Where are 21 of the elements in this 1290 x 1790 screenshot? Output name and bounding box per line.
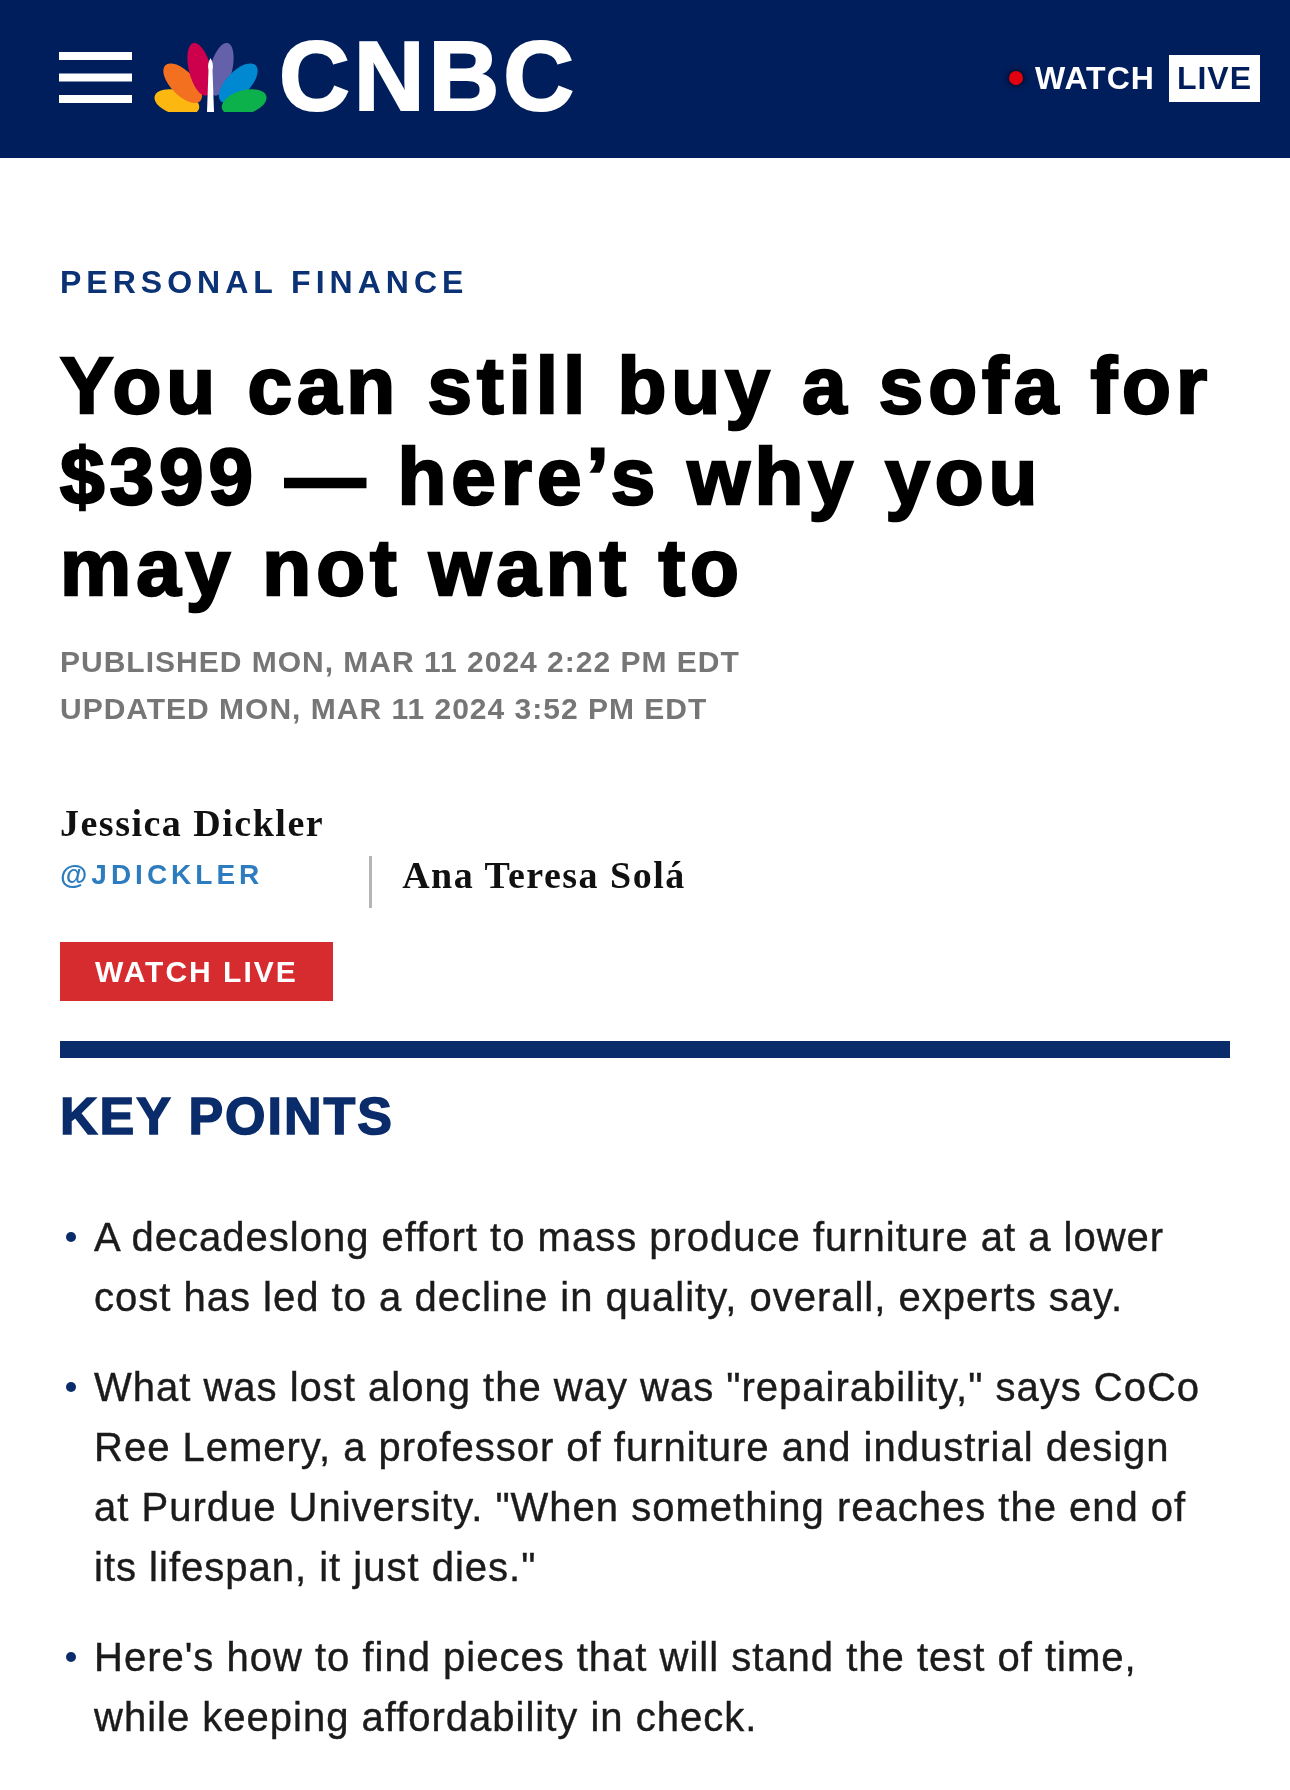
menu-icon [59, 51, 132, 103]
published-date: PUBLISHED MON, MAR 11 2024 2:22 PM EDT [60, 644, 740, 680]
key-point-text: A decadeslong effort to mass produce furniture at a lower cost has led to a decline in quality, overall, experts say. [94, 1214, 1166, 1321]
live-dot-icon [1008, 71, 1023, 85]
menu-button[interactable] [59, 51, 132, 103]
watch-link[interactable]: WATCH [1034, 58, 1155, 98]
logo-wordmark[interactable]: CNBC [279, 26, 579, 126]
author-name[interactable]: Jessica Dickler [60, 797, 325, 849]
headline: You can still buy a sofa for $399 — here’s why you may not want to [60, 340, 1214, 613]
bullet-icon [66, 1652, 76, 1662]
bullet-icon [66, 1382, 76, 1392]
updated-date: UPDATED MON, MAR 11 2024 3:52 PM EDT [60, 691, 708, 727]
author-handle-link[interactable]: @JDICKLER [60, 849, 264, 901]
key-point-text: What was lost along the way was "repairability," says CoCo Ree Lemery, a professor of furniture and industrial design at Purdue University. "When something reaches the end of its lifespan, it just dies." [94, 1364, 1202, 1591]
section-label[interactable]: PERSONAL FINANCE [60, 262, 469, 302]
live-badge[interactable]: LIVE [1168, 54, 1260, 102]
watch-live-button[interactable]: WATCH LIVE [60, 942, 333, 1001]
bullet-icon [66, 1232, 76, 1242]
key-point-text: Here's how to find pieces that will stand the test of time, while keeping affordability in check. [94, 1634, 1138, 1741]
key-points-heading: KEY POINTS [60, 1086, 394, 1146]
author-name[interactable]: Ana Teresa Solá [402, 849, 686, 901]
